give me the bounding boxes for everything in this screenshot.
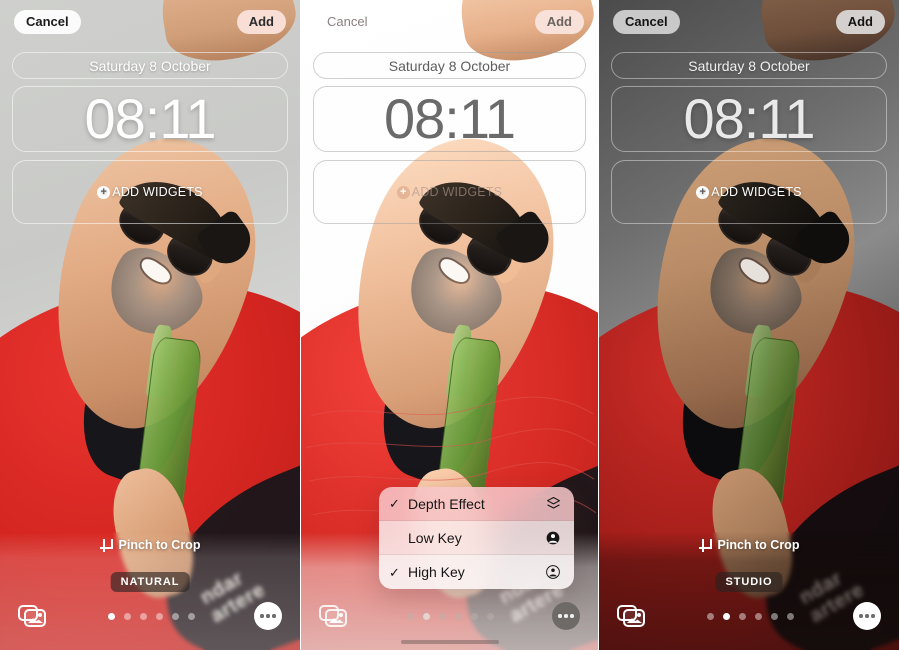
lockscreen-chrome: Cancel Add Saturday 8 October 08:11 + AD… xyxy=(301,0,598,650)
page-dot[interactable] xyxy=(123,612,131,620)
photos-stack-icon[interactable] xyxy=(617,603,647,629)
clock-time: 08:11 xyxy=(683,87,816,150)
add-button[interactable]: Add xyxy=(534,10,584,35)
more-options-button[interactable] xyxy=(552,602,580,630)
style-dock xyxy=(18,602,282,630)
pinch-to-crop-label: Pinch to Crop xyxy=(118,538,201,552)
menu-item-high-key[interactable]: ✓ High Key xyxy=(379,555,574,589)
clock-time: 08:11 xyxy=(384,87,516,150)
page-dot[interactable] xyxy=(786,612,794,620)
top-bar: Cancel Add xyxy=(613,10,885,35)
page-dot[interactable] xyxy=(407,612,414,620)
cancel-button[interactable]: Cancel xyxy=(14,10,81,35)
widgets-slot[interactable]: + ADD WIDGETS xyxy=(313,160,586,224)
date-text: Saturday 8 October xyxy=(388,57,511,74)
add-widgets-label: + ADD WIDGETS xyxy=(97,185,203,199)
crop-icon xyxy=(99,538,113,552)
person-outline-icon xyxy=(544,563,562,581)
photos-sheet-front xyxy=(623,609,645,627)
page-dot[interactable] xyxy=(107,612,115,620)
widgets-slot[interactable]: + ADD WIDGETS xyxy=(611,160,887,224)
add-widgets-label: + ADD WIDGETS xyxy=(396,185,503,199)
lockscreen-chrome: Cancel Add Saturday 8 October 08:11 + AD… xyxy=(0,0,300,650)
plus-icon: + xyxy=(396,185,410,199)
more-options-button[interactable] xyxy=(853,602,881,630)
menu-item-label: High Key xyxy=(408,564,465,580)
lockscreen-chrome: Cancel Add Saturday 8 October 08:11 + AD… xyxy=(599,0,899,650)
cancel-button[interactable]: Cancel xyxy=(315,10,379,34)
panel-natural[interactable]: ndarartere Cancel xyxy=(0,0,300,650)
page-dot[interactable] xyxy=(706,612,714,620)
page-dot[interactable] xyxy=(423,612,430,620)
page-dot[interactable] xyxy=(139,612,147,620)
page-dot[interactable] xyxy=(471,612,478,620)
page-dot[interactable] xyxy=(738,612,746,620)
top-bar: Cancel Add xyxy=(315,10,584,35)
home-indicator xyxy=(400,640,499,644)
page-dot[interactable] xyxy=(722,612,730,620)
page-dot[interactable] xyxy=(770,612,778,620)
page-dot[interactable] xyxy=(439,612,446,620)
page-dot[interactable] xyxy=(487,612,494,620)
crop-icon xyxy=(698,538,712,552)
date-text: Saturday 8 October xyxy=(89,57,211,74)
menu-item-low-key[interactable]: Low Key xyxy=(379,521,574,555)
panel-studio[interactable]: ndarartere Cancel xyxy=(599,0,899,650)
date-widget-slot[interactable]: Saturday 8 October xyxy=(313,52,586,79)
layers-icon xyxy=(544,495,562,513)
style-page-dots[interactable] xyxy=(407,612,494,620)
screenshot-stage: ndarartere Cancel xyxy=(0,0,900,650)
photos-stack-icon[interactable] xyxy=(18,603,48,629)
menu-item-label: Depth Effect xyxy=(408,495,485,512)
add-widgets-text: ADD WIDGETS xyxy=(711,185,802,199)
pinch-to-crop-label: Pinch to Crop xyxy=(717,538,800,552)
add-widgets-text: ADD WIDGETS xyxy=(112,185,203,199)
panel-high-key-menu[interactable]: ndarartere xyxy=(300,0,599,650)
check-icon: ✓ xyxy=(389,496,400,511)
menu-item-depth-effect[interactable]: ✓ Depth Effect xyxy=(379,487,574,521)
date-widget-slot[interactable]: Saturday 8 October xyxy=(12,52,288,79)
page-dot[interactable] xyxy=(187,612,195,620)
page-dot[interactable] xyxy=(754,612,762,620)
pinch-to-crop-hint: Pinch to Crop xyxy=(599,538,899,552)
photos-sheet-front xyxy=(24,609,46,627)
add-widgets-label: + ADD WIDGETS xyxy=(696,185,802,199)
more-options-button[interactable] xyxy=(254,602,282,630)
style-dock xyxy=(319,602,580,630)
person-filled-icon xyxy=(544,529,562,547)
clock-time: 08:11 xyxy=(84,87,217,150)
add-button[interactable]: Add xyxy=(835,10,885,35)
style-page-dots[interactable] xyxy=(706,612,794,620)
check-icon: ✓ xyxy=(389,564,400,580)
photos-sheet-front xyxy=(325,609,347,627)
add-button[interactable]: Add xyxy=(236,10,286,35)
pinch-to-crop-hint: Pinch to Crop xyxy=(0,538,300,552)
clock-widget-slot[interactable]: 08:11 xyxy=(611,86,887,152)
style-badge: STUDIO xyxy=(715,572,783,592)
cancel-button[interactable]: Cancel xyxy=(613,10,680,35)
clock-widget-slot[interactable]: 08:11 xyxy=(313,86,586,152)
page-dot[interactable] xyxy=(455,612,462,620)
plus-icon: + xyxy=(696,185,710,199)
menu-item-label: Low Key xyxy=(408,529,462,546)
style-dock xyxy=(617,602,881,630)
style-badge: NATURAL xyxy=(110,572,190,592)
page-dot[interactable] xyxy=(155,612,163,620)
add-widgets-text: ADD WIDGETS xyxy=(411,185,503,199)
clock-widget-slot[interactable]: 08:11 xyxy=(12,86,288,152)
depth-effect-menu[interactable]: ✓ Depth Effect Low Key ✓ High Key xyxy=(379,487,574,589)
top-bar: Cancel Add xyxy=(14,10,286,35)
widgets-slot[interactable]: + ADD WIDGETS xyxy=(12,160,288,224)
photos-stack-icon[interactable] xyxy=(319,603,349,629)
date-text: Saturday 8 October xyxy=(688,57,810,74)
plus-icon: + xyxy=(97,185,111,199)
date-widget-slot[interactable]: Saturday 8 October xyxy=(611,52,887,79)
style-page-dots[interactable] xyxy=(107,612,195,620)
page-dot[interactable] xyxy=(171,612,179,620)
